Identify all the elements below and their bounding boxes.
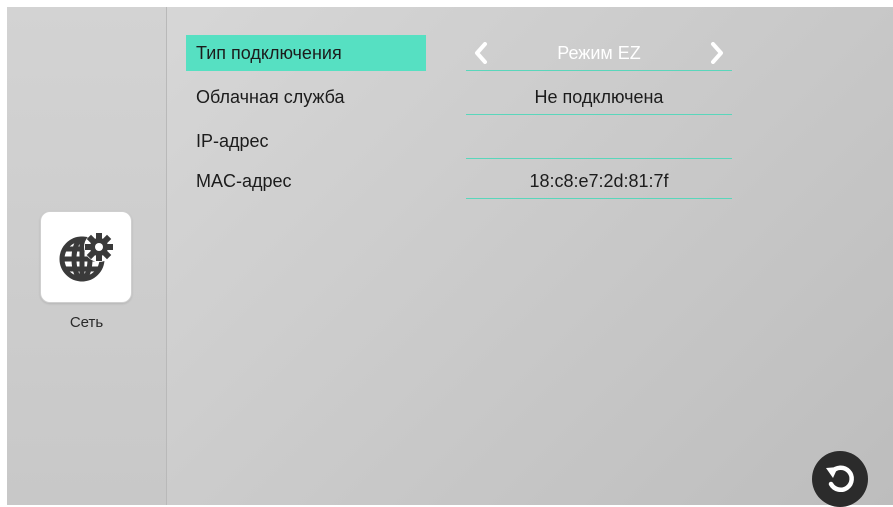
back-button[interactable] (812, 451, 868, 507)
ip-address-label[interactable]: IP-адрес (186, 123, 426, 159)
connection-type-selector[interactable]: Режим EZ (466, 35, 732, 71)
mac-address-value: 18:c8:e7:2d:81:7f (466, 163, 732, 199)
ip-address-value (466, 123, 732, 159)
connection-type-value: Режим EZ (557, 43, 641, 63)
connection-type-label[interactable]: Тип подключения (186, 35, 426, 71)
sidebar: Сеть (7, 7, 167, 505)
cloud-service-value: Не подключена (466, 79, 732, 115)
undo-back-icon (826, 465, 854, 492)
network-app-tile[interactable] (40, 211, 132, 303)
chevron-right-icon[interactable] (702, 35, 732, 71)
network-app-label: Сеть (69, 314, 104, 331)
globe-gear-icon (59, 232, 114, 282)
chevron-left-icon[interactable] (466, 35, 496, 71)
settings-screen: Сеть Тип подключения Режим EZ Облачная с… (7, 7, 893, 507)
mac-address-label[interactable]: MAC-адрес (186, 163, 426, 199)
cloud-service-label[interactable]: Облачная служба (186, 79, 426, 115)
